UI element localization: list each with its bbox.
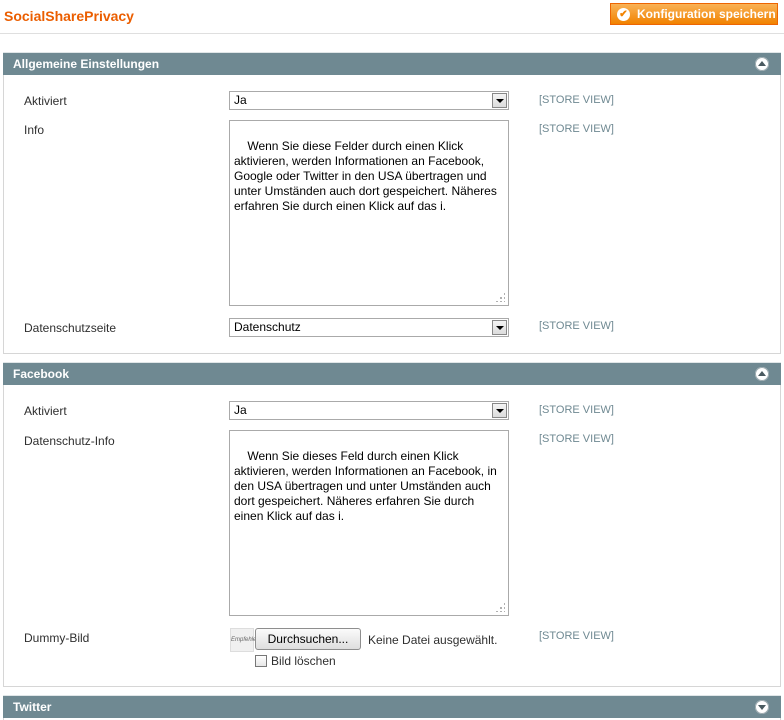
section-twitter: Twitter: [3, 695, 781, 720]
general-info-textarea[interactable]: Wenn Sie diese Felder durch einen Klick …: [229, 120, 509, 306]
title-divider: [0, 33, 784, 34]
save-config-button[interactable]: ✔ Konfiguration speichern: [610, 3, 778, 25]
section-facebook-title: Facebook: [13, 367, 70, 381]
general-privacy-page-label: Datenschutzseite: [24, 321, 117, 335]
section-general: Allgemeine Einstellungen Aktiviert Ja [S…: [3, 52, 781, 354]
facebook-privacy-info-label: Datenschutz-Info: [24, 434, 115, 448]
delete-image-checkbox[interactable]: [255, 655, 267, 667]
general-active-value: Ja: [234, 93, 247, 107]
dropdown-arrow-icon[interactable]: [492, 320, 507, 335]
dropdown-arrow-icon[interactable]: [492, 93, 507, 108]
facebook-dummy-image-label: Dummy-Bild: [24, 631, 90, 645]
save-button-label: Konfiguration speichern: [637, 7, 776, 21]
section-facebook-header[interactable]: Facebook: [3, 362, 781, 385]
collapse-up-icon[interactable]: [755, 367, 769, 381]
no-file-selected-text: Keine Datei ausgewählt.: [368, 633, 498, 647]
facebook-active-label: Aktiviert: [24, 404, 67, 418]
expand-down-icon[interactable]: [755, 700, 769, 714]
check-circle-icon: ✔: [617, 7, 630, 21]
resize-grip-icon[interactable]: [495, 602, 505, 612]
facebook-dummy-image-scope: [STORE VIEW]: [539, 630, 614, 642]
general-info-scope: [STORE VIEW]: [539, 123, 614, 135]
section-general-title: Allgemeine Einstellungen: [13, 57, 160, 71]
dummy-image-thumbnail: Empfehlen: [230, 628, 260, 652]
delete-image-label: Bild löschen: [271, 654, 336, 668]
general-privacy-page-scope: [STORE VIEW]: [539, 320, 614, 332]
general-privacy-page-value: Datenschutz: [234, 320, 301, 334]
facebook-active-scope: [STORE VIEW]: [539, 404, 614, 416]
facebook-active-value: Ja: [234, 403, 247, 417]
general-active-scope: [STORE VIEW]: [539, 94, 614, 106]
browse-file-button[interactable]: Durchsuchen...: [255, 628, 361, 650]
general-active-label: Aktiviert: [24, 94, 67, 108]
general-info-label: Info: [24, 123, 45, 137]
section-twitter-title: Twitter: [13, 700, 52, 714]
facebook-privacy-info-scope: [STORE VIEW]: [539, 433, 614, 445]
general-info-text: Wenn Sie diese Felder durch einen Klick …: [234, 139, 501, 213]
general-active-select[interactable]: Ja: [229, 91, 509, 110]
section-general-header[interactable]: Allgemeine Einstellungen: [3, 52, 781, 75]
general-privacy-page-select[interactable]: Datenschutz: [229, 318, 509, 337]
section-facebook: Facebook Aktiviert Ja [STORE VIEW] Daten…: [3, 362, 781, 687]
section-twitter-header[interactable]: Twitter: [3, 695, 781, 718]
dropdown-arrow-icon[interactable]: [492, 403, 507, 418]
page-title: SocialSharePrivacy: [4, 8, 134, 24]
facebook-active-select[interactable]: Ja: [229, 401, 509, 420]
resize-grip-icon[interactable]: [495, 292, 505, 302]
facebook-privacy-info-textarea[interactable]: Wenn Sie dieses Feld durch einen Klick a…: [229, 430, 509, 616]
collapse-up-icon[interactable]: [755, 57, 769, 71]
facebook-privacy-info-text: Wenn Sie dieses Feld durch einen Klick a…: [234, 449, 501, 523]
